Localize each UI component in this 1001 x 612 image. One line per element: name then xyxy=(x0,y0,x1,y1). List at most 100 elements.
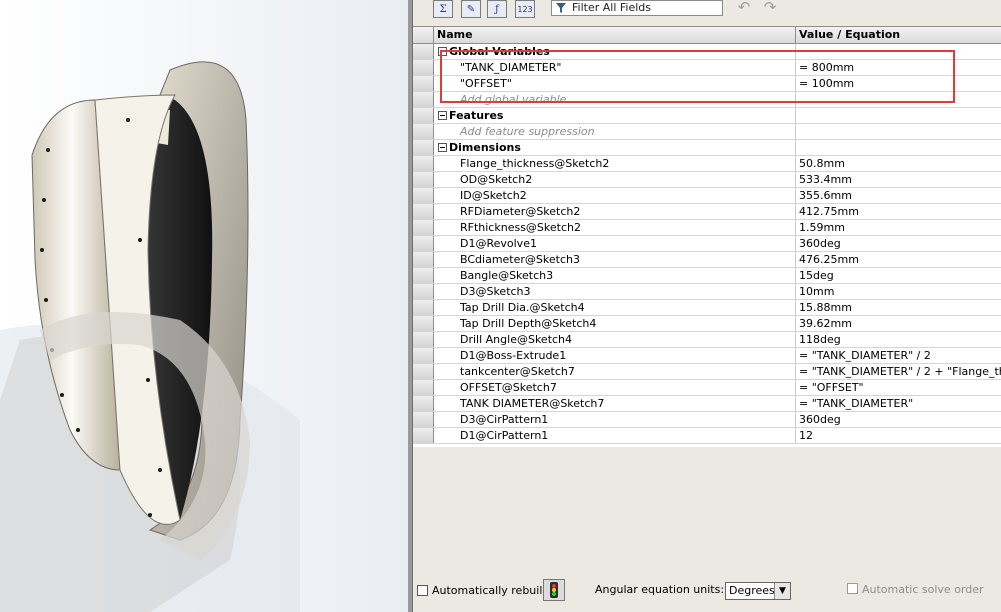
table-row[interactable]: Flange_thickness@Sketch2 50.8mm xyxy=(413,156,1001,172)
value-cell[interactable]: = "TANK_DIAMETER" xyxy=(796,396,1001,411)
row-selector[interactable] xyxy=(413,252,434,267)
row-selector[interactable] xyxy=(413,140,434,155)
row-selector[interactable] xyxy=(413,60,434,75)
name-cell[interactable]: Bangle@Sketch3 xyxy=(434,268,796,283)
table-row[interactable]: RFthickness@Sketch2 1.59mm xyxy=(413,220,1001,236)
table-row[interactable]: "OFFSET" = 100mm xyxy=(413,76,1001,92)
name-cell[interactable]: TANK DIAMETER@Sketch7 xyxy=(434,396,796,411)
collapse-icon[interactable] xyxy=(438,143,447,152)
row-selector[interactable] xyxy=(413,300,434,315)
name-cell[interactable]: D3@Sketch3 xyxy=(434,284,796,299)
value-cell[interactable]: = 100mm xyxy=(796,76,1001,91)
table-row[interactable]: Drill Angle@Sketch4 118deg xyxy=(413,332,1001,348)
value-cell[interactable]: 39.62mm xyxy=(796,316,1001,331)
row-selector[interactable] xyxy=(413,284,434,299)
value-cell[interactable]: = "TANK_DIAMETER" / 2 + "Flange_thicknes… xyxy=(796,364,1001,379)
edit-equations-icon[interactable]: ✎ xyxy=(461,0,481,18)
name-cell[interactable]: Add global variable xyxy=(434,92,796,107)
name-cell[interactable]: BCdiameter@Sketch3 xyxy=(434,252,796,267)
name-cell[interactable]: Add feature suppression xyxy=(434,124,796,139)
name-cell[interactable]: D3@CirPattern1 xyxy=(434,412,796,427)
table-row[interactable]: Tap Drill Dia.@Sketch4 15.88mm xyxy=(413,300,1001,316)
table-row[interactable]: TANK DIAMETER@Sketch7 = "TANK_DIAMETER" xyxy=(413,396,1001,412)
name-cell[interactable]: D1@Revolve1 xyxy=(434,236,796,251)
name-cell[interactable]: D1@Boss-Extrude1 xyxy=(434,348,796,363)
row-selector[interactable] xyxy=(413,412,434,427)
table-row[interactable]: Bangle@Sketch3 15deg xyxy=(413,268,1001,284)
row-selector[interactable] xyxy=(413,380,434,395)
name-cell[interactable]: "OFFSET" xyxy=(434,76,796,91)
value-cell[interactable]: 533.4mm xyxy=(796,172,1001,187)
filter-field[interactable]: Filter All Fields xyxy=(551,0,723,16)
table-row[interactable]: D1@CirPattern1 12 xyxy=(413,428,1001,444)
name-cell[interactable]: OD@Sketch2 xyxy=(434,172,796,187)
table-row[interactable]: Tap Drill Depth@Sketch4 39.62mm xyxy=(413,316,1001,332)
table-row[interactable]: OD@Sketch2 533.4mm xyxy=(413,172,1001,188)
name-cell[interactable]: Tap Drill Dia.@Sketch4 xyxy=(434,300,796,315)
table-row[interactable]: D3@CirPattern1 360deg xyxy=(413,412,1001,428)
redo-icon[interactable]: ↷ xyxy=(759,0,781,16)
table-row[interactable]: BCdiameter@Sketch3 476.25mm xyxy=(413,252,1001,268)
value-cell[interactable]: 1.59mm xyxy=(796,220,1001,235)
graphics-viewport[interactable] xyxy=(0,0,408,612)
name-cell[interactable]: Tap Drill Depth@Sketch4 xyxy=(434,316,796,331)
collapse-icon[interactable] xyxy=(438,47,447,56)
row-selector[interactable] xyxy=(413,76,434,91)
value-cell[interactable]: 360deg xyxy=(796,412,1001,427)
row-selector[interactable] xyxy=(413,188,434,203)
undo-icon[interactable]: ↶ xyxy=(733,0,755,16)
add-row[interactable]: Add feature suppression xyxy=(413,124,1001,140)
chevron-down-icon[interactable]: ▼ xyxy=(774,583,790,599)
name-cell[interactable]: RFthickness@Sketch2 xyxy=(434,220,796,235)
table-row[interactable]: ID@Sketch2 355.6mm xyxy=(413,188,1001,204)
table-row[interactable]: tankcenter@Sketch7 = "TANK_DIAMETER" / 2 … xyxy=(413,364,1001,380)
name-cell[interactable]: D1@CirPattern1 xyxy=(434,428,796,443)
value-cell[interactable]: 476.25mm xyxy=(796,252,1001,267)
row-selector[interactable] xyxy=(413,220,434,235)
value-cell[interactable]: 10mm xyxy=(796,284,1001,299)
row-selector[interactable] xyxy=(413,332,434,347)
table-row[interactable]: D1@Boss-Extrude1 = "TANK_DIAMETER" / 2 xyxy=(413,348,1001,364)
auto-rebuild-checkbox[interactable] xyxy=(417,585,428,596)
row-selector[interactable] xyxy=(413,204,434,219)
table-row[interactable]: RFDiameter@Sketch2 412.75mm xyxy=(413,204,1001,220)
value-cell[interactable]: 15.88mm xyxy=(796,300,1001,315)
name-cell[interactable]: Features xyxy=(434,108,796,123)
value-cell[interactable]: = 800mm xyxy=(796,60,1001,75)
row-selector[interactable] xyxy=(413,236,434,251)
value-cell[interactable]: = "OFFSET" xyxy=(796,380,1001,395)
row-selector[interactable] xyxy=(413,348,434,363)
value-cell[interactable] xyxy=(796,44,1001,59)
row-selector[interactable] xyxy=(413,124,434,139)
value-cell[interactable] xyxy=(796,108,1001,123)
collapse-icon[interactable] xyxy=(438,111,447,120)
row-selector[interactable] xyxy=(413,172,434,187)
angular-units-select[interactable]: Degrees ▼ xyxy=(725,582,791,600)
value-cell[interactable] xyxy=(796,124,1001,139)
table-row[interactable]: D1@Revolve1 360deg xyxy=(413,236,1001,252)
row-selector[interactable] xyxy=(413,108,434,123)
value-cell[interactable] xyxy=(796,92,1001,107)
value-cell[interactable]: 118deg xyxy=(796,332,1001,347)
value-cell[interactable]: 50.8mm xyxy=(796,156,1001,171)
numbers-icon[interactable]: 123 xyxy=(515,0,535,18)
section-row[interactable]: Global Variables xyxy=(413,44,1001,60)
sum-icon[interactable]: Σ xyxy=(433,0,453,18)
row-selector[interactable] xyxy=(413,92,434,107)
function-icon[interactable]: ƒ xyxy=(487,0,507,18)
row-selector[interactable] xyxy=(413,428,434,443)
value-cell[interactable]: = "TANK_DIAMETER" / 2 xyxy=(796,348,1001,363)
table-row[interactable]: OFFSET@Sketch7 = "OFFSET" xyxy=(413,380,1001,396)
value-cell[interactable]: 412.75mm xyxy=(796,204,1001,219)
row-selector[interactable] xyxy=(413,156,434,171)
section-row[interactable]: Dimensions xyxy=(413,140,1001,156)
value-cell[interactable]: 360deg xyxy=(796,236,1001,251)
name-cell[interactable]: OFFSET@Sketch7 xyxy=(434,380,796,395)
name-cell[interactable]: ID@Sketch2 xyxy=(434,188,796,203)
row-selector[interactable] xyxy=(413,364,434,379)
value-cell[interactable]: 12 xyxy=(796,428,1001,443)
rebuild-button[interactable] xyxy=(543,579,565,601)
name-cell[interactable]: Global Variables xyxy=(434,44,796,59)
name-cell[interactable]: "TANK_DIAMETER" xyxy=(434,60,796,75)
value-cell[interactable]: 355.6mm xyxy=(796,188,1001,203)
